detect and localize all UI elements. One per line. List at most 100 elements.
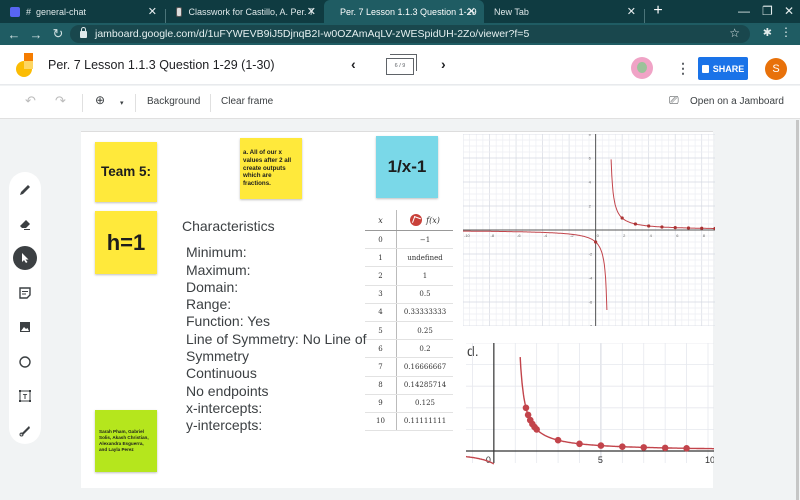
table-row: 5 0.25 xyxy=(365,321,453,341)
extensions-icon[interactable]: ✱ xyxy=(763,26,772,39)
redo-icon[interactable]: ↷ xyxy=(55,93,66,109)
column-header-fx: f(x) xyxy=(396,210,453,230)
shape-tool[interactable] xyxy=(13,350,37,374)
share-people-icon xyxy=(701,64,709,73)
url-field[interactable]: jamboard.google.com/d/1uFYWEVB9iJ5DjnqB2… xyxy=(70,25,750,43)
x-tick-label: 0 xyxy=(597,233,600,238)
sticky-note-function[interactable]: 1/x-1 xyxy=(376,136,438,198)
minimize-button[interactable]: — xyxy=(738,4,750,18)
x-tick-label: 5 xyxy=(598,455,603,465)
characteristics-text-box[interactable]: Characteristics Minimum: Maximum: Domain: R… xyxy=(182,218,381,435)
image-tool[interactable] xyxy=(13,315,37,339)
x-tick-label: 4 xyxy=(650,233,653,238)
table-row: 7 0.16666667 xyxy=(365,358,453,377)
cell-x: 5 xyxy=(378,326,383,335)
sticky-note-names[interactable]: Sarah Pham, Gabriel Solis, Akash Christi… xyxy=(95,410,157,472)
lock-icon xyxy=(80,26,87,38)
data-point xyxy=(576,440,583,448)
collaborator-avatar[interactable] xyxy=(631,57,653,79)
close-tab-icon[interactable]: ✕ xyxy=(467,5,476,18)
close-window-button[interactable]: ✕ xyxy=(784,4,794,18)
x-tick-label: -8 xyxy=(491,233,495,238)
pen-tool[interactable] xyxy=(13,178,37,202)
data-point xyxy=(673,226,677,230)
scrollbar[interactable] xyxy=(796,120,799,500)
cell-fx: 0.33333333 xyxy=(396,303,453,321)
x-tick-label: 6 xyxy=(676,233,679,238)
curve-left-branch xyxy=(463,230,608,311)
characteristic-item: Range: xyxy=(186,296,232,313)
cell-fx: 0.16666667 xyxy=(396,358,453,376)
tab-label: Per. 7 Lesson 1.1.3 Question 1-29 xyxy=(340,6,477,17)
close-tab-icon[interactable]: ✕ xyxy=(627,5,636,18)
next-frame-button[interactable]: › xyxy=(441,56,446,72)
data-point xyxy=(661,444,669,452)
cell-x: 6 xyxy=(378,344,383,353)
tab-new-tab[interactable]: New Tab ✕ xyxy=(484,0,644,23)
address-bar: ← → ↻ jamboard.google.com/d/1uFYWEVB9iJ5… xyxy=(0,23,800,45)
sticky-note-a[interactable]: a. All of our x values after 2 all creat… xyxy=(240,138,302,199)
open-on-jamboard-button[interactable]: Open on a Jamboard xyxy=(690,96,784,107)
tab-general-chat[interactable]: # ⁣ general-chat ✕ xyxy=(0,0,165,23)
sticky-note-tool[interactable] xyxy=(13,281,37,305)
cast-to-jamboard-icon[interactable]: ⎚ xyxy=(669,93,679,108)
share-button[interactable]: SHARE xyxy=(698,57,748,80)
eraser-icon xyxy=(20,220,30,230)
column-header-x: x xyxy=(378,215,383,225)
cell-fx: 0.11111111 xyxy=(396,412,453,431)
data-point xyxy=(700,226,704,230)
cell-x: 9 xyxy=(378,399,383,408)
values-table[interactable]: x f(x) 0 −1 1 undefined 2 1 3 0.5 4 0.33333333 5 0.… xyxy=(365,210,453,432)
cell-x: 7 xyxy=(378,362,383,371)
bookmark-star-icon[interactable]: ☆ xyxy=(729,26,740,40)
cell-fx: 0.5 xyxy=(396,285,453,303)
undo-icon[interactable]: ↶ xyxy=(25,93,36,109)
x-tick-label: -4 xyxy=(544,233,548,238)
graph-full[interactable]: -10 -8 -6 -4 -2 0 2 4 6 8-8-6-4-22468 xyxy=(463,134,715,326)
restore-button[interactable]: ❐ xyxy=(762,4,773,18)
tab-jamboard[interactable]: Per. 7 Lesson 1.1.3 Question 1-29 ✕ xyxy=(324,0,484,23)
background-button[interactable]: Background xyxy=(147,96,200,107)
select-tool[interactable] xyxy=(13,246,37,270)
zoom-dropdown-icon[interactable]: ▾ xyxy=(120,99,124,107)
text-box-tool[interactable]: T xyxy=(13,384,37,408)
browser-menu-icon[interactable]: ⋮ xyxy=(780,25,792,39)
characteristic-item: Maximum: xyxy=(186,261,251,278)
close-tab-icon[interactable]: ✕ xyxy=(307,5,316,18)
close-tab-icon[interactable]: ✕ xyxy=(148,5,157,18)
previous-frame-button[interactable]: ‹ xyxy=(351,56,356,72)
jamboard-logo-icon xyxy=(16,53,33,77)
eraser-tool[interactable] xyxy=(13,212,37,236)
table-row: 10 0.11111111 xyxy=(365,412,453,432)
zoom-icon[interactable]: ⊕ xyxy=(95,93,105,107)
data-point xyxy=(683,445,690,452)
table-row: 6 0.2 xyxy=(365,340,453,359)
data-point xyxy=(686,226,691,230)
sticky-note-h[interactable]: h=1 xyxy=(95,211,157,274)
cell-fx: 0.2 xyxy=(396,340,453,358)
forward-button[interactable]: → xyxy=(25,27,47,42)
new-tab-button[interactable]: + xyxy=(645,0,671,23)
tab-classwork[interactable]: Classwork for Castillo, A. Per. 7 ✕ xyxy=(166,0,324,23)
tab-label: Classwork for Castillo, A. Per. 7 xyxy=(188,6,314,17)
clear-frame-button[interactable]: Clear frame xyxy=(221,96,273,107)
image-icon xyxy=(20,322,30,332)
sticky-note-team[interactable]: Team 5: xyxy=(95,142,157,202)
share-label: SHARE xyxy=(712,63,745,74)
toolbar-divider xyxy=(82,94,83,112)
tab-label: # ⁣ general-chat xyxy=(26,6,87,17)
data-point xyxy=(597,442,605,449)
cell-x: 1 xyxy=(378,253,383,262)
characteristic-item: x-intercepts: xyxy=(186,399,263,416)
toolbar-divider xyxy=(210,94,211,112)
url-text: jamboard.google.com/d/1uFYWEVB9iJ5DjnqB2… xyxy=(95,28,530,40)
page-title: Per. 7 Lesson 1.1.3 Question 1-29 (1-30) xyxy=(48,58,275,72)
frame-counter[interactable]: 6 / 9 xyxy=(386,54,417,75)
laser-tool[interactable] xyxy=(13,418,37,442)
data-point xyxy=(533,426,540,433)
more-options-icon[interactable]: ⋮ xyxy=(676,60,690,77)
back-button[interactable]: ← xyxy=(3,27,25,42)
user-avatar[interactable]: S xyxy=(765,58,787,80)
reload-button[interactable]: ↻ xyxy=(47,26,69,42)
graph-zoomed[interactable]: 0 5 10 xyxy=(466,343,714,473)
